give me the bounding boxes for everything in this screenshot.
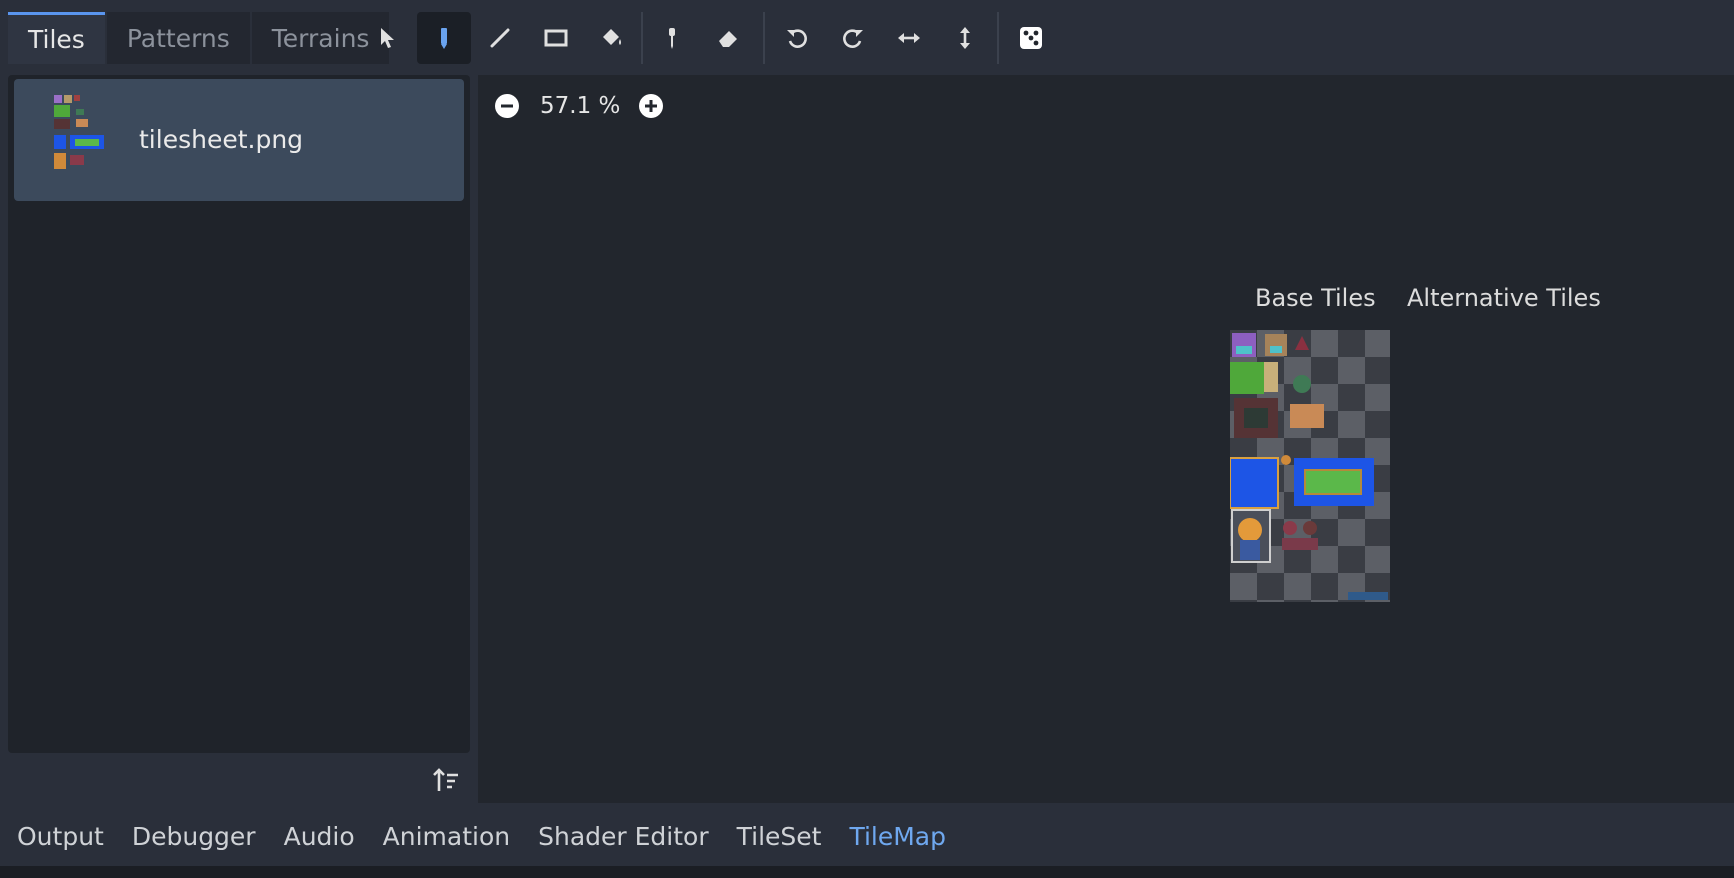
tile-sources-panel: tilesheet.png <box>8 75 470 753</box>
atlas-viewport[interactable]: 57.1 % Base Tiles Alternative Tiles <box>478 75 1734 803</box>
base-tiles-label: Base Tiles <box>1255 284 1376 312</box>
toolbar-separator <box>763 12 765 64</box>
rotate-right-icon <box>843 29 863 48</box>
picker-tools <box>645 12 757 64</box>
random-dice-icon <box>1020 27 1042 49</box>
rotate-right-button[interactable] <box>826 12 880 64</box>
zoom-out-button[interactable] <box>490 89 524 123</box>
random-tile-button[interactable] <box>1004 12 1058 64</box>
flip-v-button[interactable] <box>938 12 992 64</box>
transform-tools <box>770 12 994 64</box>
tab-patterns[interactable]: Patterns <box>106 12 250 64</box>
eraser-tool-button[interactable] <box>701 12 755 64</box>
flip-horizontal-icon <box>898 33 920 43</box>
bucket-tool-button[interactable] <box>585 12 639 64</box>
tab-tileset[interactable]: TileSet <box>737 822 822 851</box>
flip-vertical-icon <box>960 27 970 49</box>
eraser-icon <box>719 31 737 47</box>
paint-tool-button[interactable] <box>417 12 471 64</box>
paint-tools <box>361 12 641 64</box>
zoom-in-button[interactable] <box>634 89 668 123</box>
zoom-out-icon <box>495 94 519 118</box>
line-tool-button[interactable] <box>473 12 527 64</box>
tab-animation[interactable]: Animation <box>383 822 510 851</box>
tile-source-name: tilesheet.png <box>139 125 304 154</box>
tab-shader-editor[interactable]: Shader Editor <box>538 822 709 851</box>
tab-tiles[interactable]: Tiles <box>8 12 105 64</box>
tile-atlas[interactable] <box>1230 330 1390 602</box>
sort-icon <box>433 768 458 791</box>
zoom-level[interactable]: 57.1 % <box>540 89 620 123</box>
picker-tool-button[interactable] <box>645 12 699 64</box>
rotate-left-button[interactable] <box>770 12 824 64</box>
tab-output[interactable]: Output <box>17 822 104 851</box>
alternative-tiles-label: Alternative Tiles <box>1407 284 1601 312</box>
rotate-left-icon <box>787 29 807 48</box>
tilemap-toolbar: Tiles Patterns Terrains <box>0 0 1734 76</box>
rect-tool-button[interactable] <box>529 12 583 64</box>
select-arrow-icon <box>381 28 394 48</box>
random-tools <box>1004 12 1060 64</box>
toolbar-separator <box>997 12 999 64</box>
tab-audio[interactable]: Audio <box>284 822 355 851</box>
bottom-panel-tabs: Output Debugger Audio Animation Shader E… <box>0 806 1734 866</box>
select-tool-button[interactable] <box>361 12 415 64</box>
paint-pencil-icon <box>441 28 447 49</box>
tab-tilemap[interactable]: TileMap <box>849 822 946 851</box>
tile-tabs: Tiles Patterns Terrains <box>8 12 391 64</box>
rectangle-icon <box>544 29 568 47</box>
status-strip <box>0 866 1734 878</box>
eyedropper-icon <box>669 28 675 49</box>
sort-sources-button[interactable] <box>428 763 464 799</box>
tile-source-item[interactable]: tilesheet.png <box>14 79 464 201</box>
bucket-fill-icon <box>603 29 621 45</box>
toolbar-separator <box>641 12 643 64</box>
flip-h-button[interactable] <box>882 12 936 64</box>
line-icon <box>490 28 510 48</box>
tab-debugger[interactable]: Debugger <box>132 822 256 851</box>
tilesheet-thumbnail <box>54 95 104 169</box>
zoom-in-icon <box>639 94 663 118</box>
